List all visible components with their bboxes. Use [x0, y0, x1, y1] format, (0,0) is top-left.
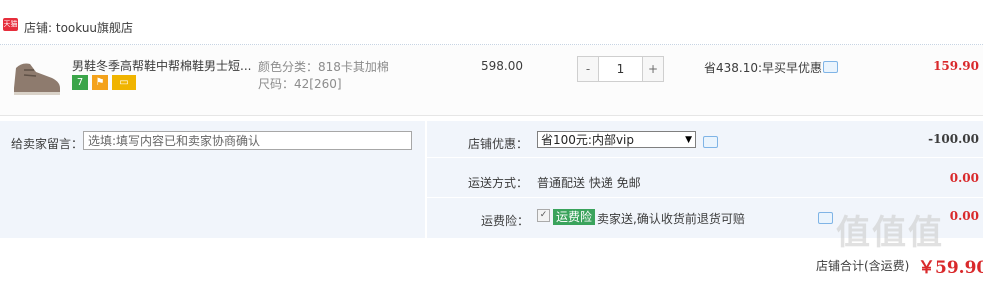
promo-info-icon[interactable] [823, 61, 838, 73]
cart-item-row [0, 45, 983, 116]
insurance-checkbox[interactable]: ✓ [537, 209, 550, 222]
discount-info-icon[interactable] [703, 136, 718, 148]
sku-color: 颜色分类：818卡其加棉 [258, 60, 389, 74]
quantity-stepper: - 1 + [577, 56, 664, 82]
discount-selected-value: 省100元:内部vip [541, 133, 635, 147]
shipping-label: 运送方式： [468, 176, 529, 190]
guarantee-icon[interactable]: ⚑ [92, 75, 108, 90]
product-thumbnail[interactable] [8, 58, 64, 98]
insurance-label: 运费险： [481, 214, 530, 228]
shop-header [0, 0, 983, 45]
quantity-increase-button[interactable]: + [642, 57, 663, 81]
seller-message-input[interactable]: 选填:填写内容已和卖家协商确认 [83, 131, 412, 150]
shop-name-link[interactable]: 店铺: tookuu旗舰店 [24, 19, 133, 36]
tmall-icon: 天猫 [3, 18, 18, 31]
watermark: 值值值 [836, 213, 944, 253]
product-title-link[interactable]: 男鞋冬季高帮鞋中帮棉鞋男士短... [72, 57, 251, 74]
insurance-info-icon[interactable] [818, 212, 833, 224]
sku-size: 尺码：42[260] [258, 77, 342, 91]
discount-amount: -100.00 [928, 132, 979, 146]
shipping-method: 普通配送 快递 免邮 [537, 176, 641, 190]
insurance-description: 卖家送,确认收货前退货可赔 [597, 212, 745, 226]
discount-select[interactable]: 省100元:内部vip ▼ [537, 131, 696, 148]
shop-total-label: 店铺合计(含运费) [816, 259, 910, 273]
divider [427, 157, 983, 158]
insurance-badge: 运费险 [553, 209, 596, 225]
seven-day-return-icon[interactable]: 7 [72, 75, 88, 90]
dropdown-arrow-icon: ▼ [685, 135, 692, 145]
promotion-text: 省438.10:早买早优惠 [704, 61, 823, 75]
item-subtotal: 159.90 [933, 59, 979, 73]
shop-total-amount: ￥59.90 [918, 258, 983, 278]
discount-label: 店铺优惠： [468, 137, 529, 151]
insurance-amount: 0.00 [949, 209, 979, 223]
credit-card-icon[interactable]: ▭ [112, 75, 136, 90]
divider [427, 197, 983, 198]
unit-price: 598.00 [481, 59, 523, 73]
shipping-amount: 0.00 [949, 171, 979, 185]
message-label: 给卖家留言： [11, 137, 84, 151]
quantity-decrease-button[interactable]: - [578, 57, 599, 81]
quantity-input[interactable]: 1 [599, 57, 642, 81]
